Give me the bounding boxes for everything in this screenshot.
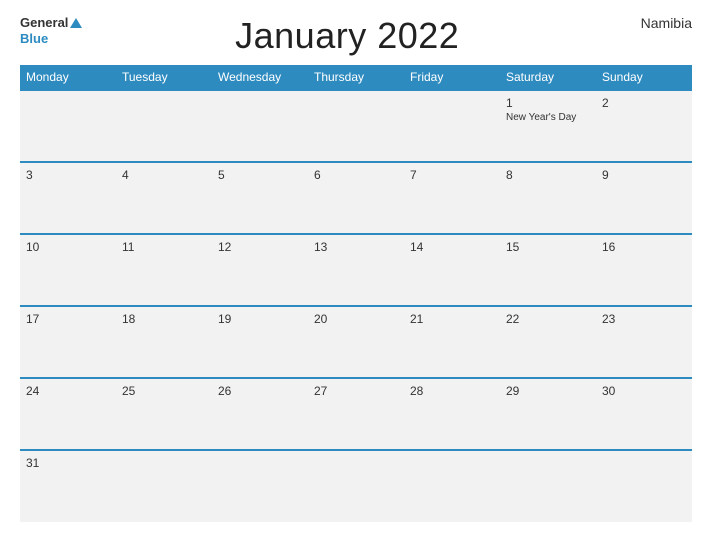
- day-number: 28: [410, 384, 494, 398]
- calendar-day-cell: [404, 450, 500, 522]
- day-number: 11: [122, 240, 206, 254]
- calendar-day-cell: 27: [308, 378, 404, 450]
- logo-general-text: General: [20, 15, 68, 31]
- day-number: 20: [314, 312, 398, 326]
- day-number: 14: [410, 240, 494, 254]
- weekday-header-sunday: Sunday: [596, 65, 692, 90]
- weekday-header-friday: Friday: [404, 65, 500, 90]
- calendar-day-cell: [212, 90, 308, 162]
- day-number: 18: [122, 312, 206, 326]
- calendar-day-cell: 24: [20, 378, 116, 450]
- calendar-container: General Blue January 2022 Namibia Monday…: [0, 0, 712, 550]
- weekday-header-row: MondayTuesdayWednesdayThursdayFridaySatu…: [20, 65, 692, 90]
- day-number: 17: [26, 312, 110, 326]
- logo-triangle-icon: [70, 18, 82, 28]
- day-number: 4: [122, 168, 206, 182]
- calendar-day-cell: 1 New Year's Day: [500, 90, 596, 162]
- title-area: January 2022: [82, 15, 612, 57]
- day-number: 7: [410, 168, 494, 182]
- day-number: 10: [26, 240, 110, 254]
- weekday-header-monday: Monday: [20, 65, 116, 90]
- calendar-day-cell: 30: [596, 378, 692, 450]
- calendar-day-cell: 12: [212, 234, 308, 306]
- calendar-day-cell: 8: [500, 162, 596, 234]
- day-number: 19: [218, 312, 302, 326]
- calendar-day-cell: 29: [500, 378, 596, 450]
- weekday-header-thursday: Thursday: [308, 65, 404, 90]
- day-number: 27: [314, 384, 398, 398]
- calendar-day-cell: 26: [212, 378, 308, 450]
- calendar-day-cell: 6: [308, 162, 404, 234]
- calendar-day-cell: 17: [20, 306, 116, 378]
- weekday-header-tuesday: Tuesday: [116, 65, 212, 90]
- day-number: 5: [218, 168, 302, 182]
- calendar-week-row: 10 11 12 13 14 15 16: [20, 234, 692, 306]
- day-number: 30: [602, 384, 686, 398]
- calendar-day-cell: [404, 90, 500, 162]
- calendar-day-cell: 13: [308, 234, 404, 306]
- day-number: 16: [602, 240, 686, 254]
- calendar-day-cell: [308, 90, 404, 162]
- calendar-day-cell: [308, 450, 404, 522]
- calendar-week-row: 17 18 19 20 21 22 23: [20, 306, 692, 378]
- day-number: 3: [26, 168, 110, 182]
- calendar-day-cell: 3: [20, 162, 116, 234]
- day-event: New Year's Day: [506, 112, 590, 123]
- day-number: 13: [314, 240, 398, 254]
- day-number: 22: [506, 312, 590, 326]
- day-number: 23: [602, 312, 686, 326]
- day-number: 6: [314, 168, 398, 182]
- calendar-day-cell: [500, 450, 596, 522]
- calendar-day-cell: 5: [212, 162, 308, 234]
- calendar-week-row: 31: [20, 450, 692, 522]
- day-number: 29: [506, 384, 590, 398]
- calendar-day-cell: [212, 450, 308, 522]
- calendar-day-cell: 19: [212, 306, 308, 378]
- day-number: 21: [410, 312, 494, 326]
- calendar-day-cell: [596, 450, 692, 522]
- calendar-day-cell: 15: [500, 234, 596, 306]
- calendar-day-cell: 10: [20, 234, 116, 306]
- calendar-header: General Blue January 2022 Namibia: [20, 15, 692, 57]
- calendar-day-cell: 11: [116, 234, 212, 306]
- calendar-day-cell: [20, 90, 116, 162]
- calendar-day-cell: 28: [404, 378, 500, 450]
- calendar-day-cell: 25: [116, 378, 212, 450]
- calendar-table: MondayTuesdayWednesdayThursdayFridaySatu…: [20, 65, 692, 522]
- calendar-day-cell: 2: [596, 90, 692, 162]
- day-number: 12: [218, 240, 302, 254]
- calendar-day-cell: 18: [116, 306, 212, 378]
- calendar-week-row: 1 New Year's Day 2: [20, 90, 692, 162]
- calendar-day-cell: 16: [596, 234, 692, 306]
- day-number: 8: [506, 168, 590, 182]
- day-number: 15: [506, 240, 590, 254]
- calendar-week-row: 24 25 26 27 28 29 30: [20, 378, 692, 450]
- logo-blue-text: Blue: [20, 31, 48, 47]
- day-number: 9: [602, 168, 686, 182]
- calendar-day-cell: 9: [596, 162, 692, 234]
- logo: General Blue: [20, 15, 82, 46]
- calendar-day-cell: 22: [500, 306, 596, 378]
- weekday-header-saturday: Saturday: [500, 65, 596, 90]
- calendar-day-cell: [116, 450, 212, 522]
- day-number: 2: [602, 96, 686, 110]
- calendar-title: January 2022: [82, 15, 612, 57]
- day-number: 31: [26, 456, 110, 470]
- day-number: 24: [26, 384, 110, 398]
- calendar-day-cell: 4: [116, 162, 212, 234]
- calendar-week-row: 3456789: [20, 162, 692, 234]
- calendar-day-cell: 7: [404, 162, 500, 234]
- calendar-day-cell: 14: [404, 234, 500, 306]
- calendar-day-cell: 21: [404, 306, 500, 378]
- calendar-day-cell: [116, 90, 212, 162]
- day-number: 1: [506, 96, 590, 110]
- calendar-day-cell: 31: [20, 450, 116, 522]
- calendar-day-cell: 23: [596, 306, 692, 378]
- calendar-day-cell: 20: [308, 306, 404, 378]
- weekday-header-wednesday: Wednesday: [212, 65, 308, 90]
- country-label: Namibia: [612, 15, 692, 31]
- day-number: 26: [218, 384, 302, 398]
- day-number: 25: [122, 384, 206, 398]
